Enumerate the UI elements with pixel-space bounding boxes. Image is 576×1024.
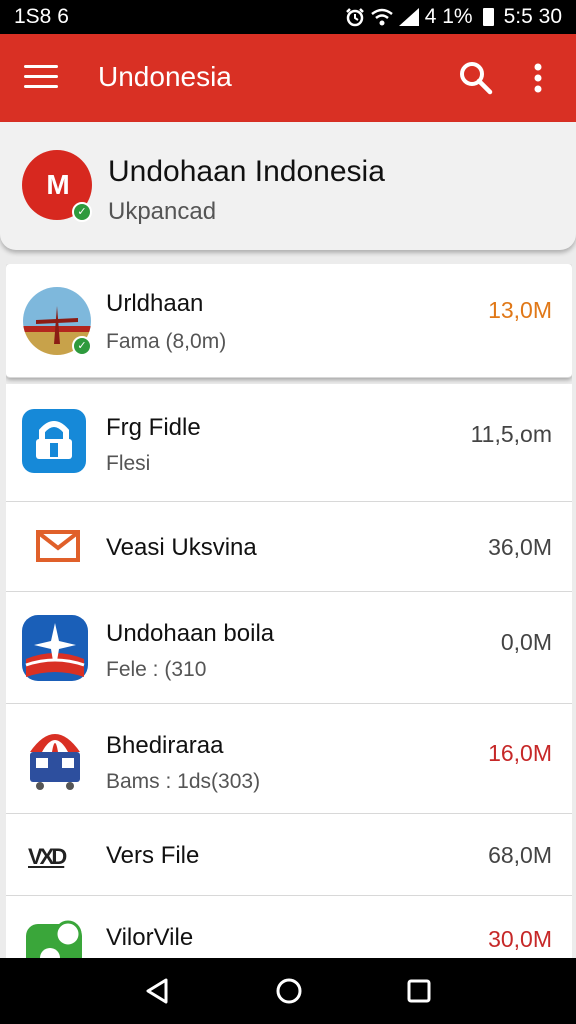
file-subtitle: Fama (8,0m) bbox=[106, 330, 227, 353]
app-title: Undonesia bbox=[98, 61, 232, 92]
list-item[interactable]: VilorVile 30,0M bbox=[6, 896, 572, 958]
signal-icon bbox=[398, 8, 419, 26]
status-clock: 5:5 30 bbox=[503, 5, 562, 28]
status-right-text: 4 1% bbox=[424, 5, 473, 28]
account-name: Undohaan Indonesia bbox=[108, 155, 385, 188]
list-item[interactable]: ✓ Urldhaan Fama (8,0m) 13,0M bbox=[6, 264, 572, 378]
vxd-logo-icon: VXD bbox=[28, 844, 67, 869]
account-header[interactable]: M ✓ Undohaan Indonesia Ukpancad bbox=[0, 122, 576, 250]
more-vert-icon[interactable] bbox=[528, 60, 548, 96]
navigation-bar bbox=[0, 958, 576, 1024]
airplane-app-icon bbox=[22, 615, 88, 686]
menu-icon[interactable] bbox=[24, 65, 58, 91]
file-subtitle: Bams : 1ds(303) bbox=[106, 770, 261, 793]
avatar: M ✓ bbox=[22, 150, 92, 222]
app-bar: Undonesia bbox=[0, 34, 576, 122]
back-icon[interactable] bbox=[144, 977, 170, 1010]
list-item[interactable]: Bhediraraa Bams : 1ds(303) 16,0M bbox=[6, 704, 572, 814]
search-icon[interactable] bbox=[458, 60, 494, 96]
home-icon[interactable] bbox=[275, 977, 303, 1010]
status-bar: 1S8 6 4 1% 5:5 30 bbox=[0, 0, 576, 34]
file-size: 13,0M bbox=[488, 297, 552, 323]
account-subtitle: Ukpancad bbox=[108, 198, 217, 225]
file-title: VilorVile bbox=[106, 924, 194, 951]
file-title: Bhediraraa bbox=[106, 732, 224, 759]
file-title: Veasi Uksvina bbox=[106, 534, 257, 561]
list-item[interactable]: VXD Vers File 68,0M bbox=[6, 814, 572, 896]
verified-check-icon: ✓ bbox=[72, 336, 92, 356]
file-size: 11,5,om bbox=[470, 421, 552, 447]
file-list: ✓ Urldhaan Fama (8,0m) 13,0M Frg Fidle F… bbox=[6, 264, 572, 958]
list-item[interactable]: Frg Fidle Flesi 11,5,om bbox=[6, 384, 572, 502]
status-time-left: 1S8 6 bbox=[14, 5, 69, 28]
lock-app-icon bbox=[22, 409, 86, 478]
list-item[interactable]: Veasi Uksvina 36,0M bbox=[6, 502, 572, 592]
file-title: Urldhaan bbox=[106, 290, 204, 317]
status-icons: 4 1% 5:5 30 bbox=[345, 5, 562, 29]
file-subtitle: Fele : (310 bbox=[106, 658, 207, 681]
file-title: Frg Fidle bbox=[106, 414, 201, 441]
file-size: 30,0M bbox=[488, 926, 552, 952]
file-title: Undohaan boila bbox=[106, 620, 275, 647]
green-app-icon bbox=[22, 918, 86, 958]
file-title: Vers File bbox=[106, 842, 200, 869]
alarm-icon bbox=[345, 7, 365, 27]
file-size: 0,0M bbox=[500, 629, 552, 655]
windmill-photo-icon: ✓ bbox=[22, 286, 92, 361]
file-size: 16,0M bbox=[488, 740, 552, 766]
file-subtitle: Flesi bbox=[106, 452, 151, 475]
shop-icon bbox=[22, 724, 88, 797]
recents-icon[interactable] bbox=[406, 977, 432, 1010]
file-size: 68,0M bbox=[488, 842, 552, 868]
battery-icon bbox=[482, 8, 494, 26]
mail-icon bbox=[36, 530, 80, 567]
verified-check-icon: ✓ bbox=[72, 202, 92, 222]
wifi-icon bbox=[370, 8, 393, 26]
list-item[interactable]: Undohaan boila Fele : (310 0,0M bbox=[6, 592, 572, 704]
file-size: 36,0M bbox=[488, 534, 552, 560]
